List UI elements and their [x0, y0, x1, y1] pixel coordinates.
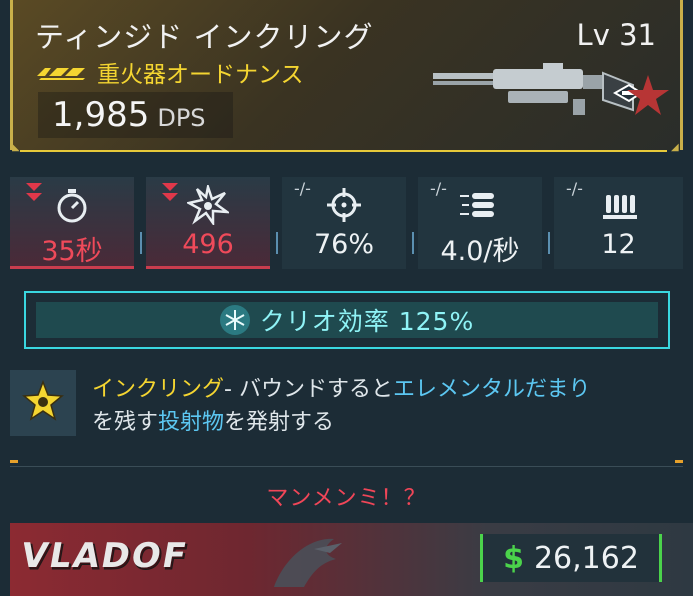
stats-row: 35秒 496 -/- 76% -/- 4.0/秒 -/- 12 — [10, 177, 683, 269]
item-level: Lv 31 — [576, 18, 656, 52]
rarity-label: 重火器オードナンス — [97, 62, 304, 88]
stat-value: 496 — [182, 229, 234, 260]
manufacturer-logo: VLADOF VLADOF — [18, 529, 384, 595]
price-tag: $ 26,162 — [480, 534, 662, 582]
header-underline — [20, 150, 667, 152]
magazine-icon — [554, 185, 683, 225]
element-frame: クリオ効率 125% — [24, 291, 670, 349]
perk-description: インクリング- バウンドするとエレメンタルだまり を残す投射物を発射する — [92, 373, 682, 439]
divider-end-mark — [675, 460, 683, 463]
element-label: クリオ効率 125% — [259, 307, 475, 336]
perk-name: インクリング — [92, 377, 225, 402]
element-bar: クリオ効率 125% — [36, 302, 658, 338]
manufacturer-name-highlight: VLADOF — [24, 536, 191, 576]
stat-separator — [548, 232, 550, 254]
rarity-row: 重火器オードナンス — [37, 58, 304, 88]
dps-readout: 1,985 DPS — [38, 92, 233, 138]
perk-keyword: 投射物 — [158, 410, 225, 435]
bullets-icon — [418, 185, 542, 225]
item-title: ティンジド インクリング — [35, 20, 374, 54]
section-divider — [10, 466, 683, 467]
stat-accuracy: -/- 76% — [282, 177, 406, 269]
perk-text-part: を発射する — [224, 410, 335, 435]
star-burst-icon — [21, 379, 65, 427]
stat-separator — [412, 232, 414, 254]
currency-icon: $ — [503, 540, 524, 576]
stat-reload-time: 35秒 — [10, 177, 134, 269]
divider-end-mark — [10, 460, 18, 463]
stat-magazine-size: -/- 12 — [554, 177, 683, 269]
stat-value: 12 — [601, 229, 636, 260]
perk-icon-box — [10, 370, 76, 436]
corner-marker-left: ◣ — [12, 142, 20, 153]
corner-marker-right: ◢ — [671, 142, 679, 153]
dps-unit: DPS — [157, 104, 206, 132]
dps-value: 1,985 — [52, 95, 150, 135]
cryo-snowflake-icon — [219, 305, 250, 335]
crosshair-icon — [282, 185, 406, 225]
heavy-weapon-icon — [433, 55, 673, 149]
item-footer: VLADOF VLADOF $ 26,162 — [10, 523, 693, 596]
burst-icon — [146, 185, 270, 225]
stopwatch-icon — [10, 185, 134, 225]
rarity-chevrons-icon — [37, 64, 89, 80]
perk-keyword: エレメンタルだまり — [392, 377, 591, 402]
stat-separator — [276, 232, 278, 254]
perk-text-part: - バウンドすると — [224, 377, 393, 402]
stat-separator — [140, 232, 142, 254]
price-value: 26,162 — [533, 540, 639, 576]
perk-text-part: を残す — [92, 410, 159, 435]
item-card-header: ティンジド インクリング Lv 31 重火器オードナンス 1,985 DPS — [10, 0, 683, 150]
flavor-text: マンメンミ！？ — [266, 486, 427, 511]
stat-value: 76% — [313, 229, 374, 260]
stat-value: 35秒 — [41, 236, 103, 267]
stat-fire-rate: -/- 4.0/秒 — [418, 177, 542, 269]
stat-damage: 496 — [146, 177, 270, 269]
stat-value: 4.0/秒 — [440, 236, 520, 267]
